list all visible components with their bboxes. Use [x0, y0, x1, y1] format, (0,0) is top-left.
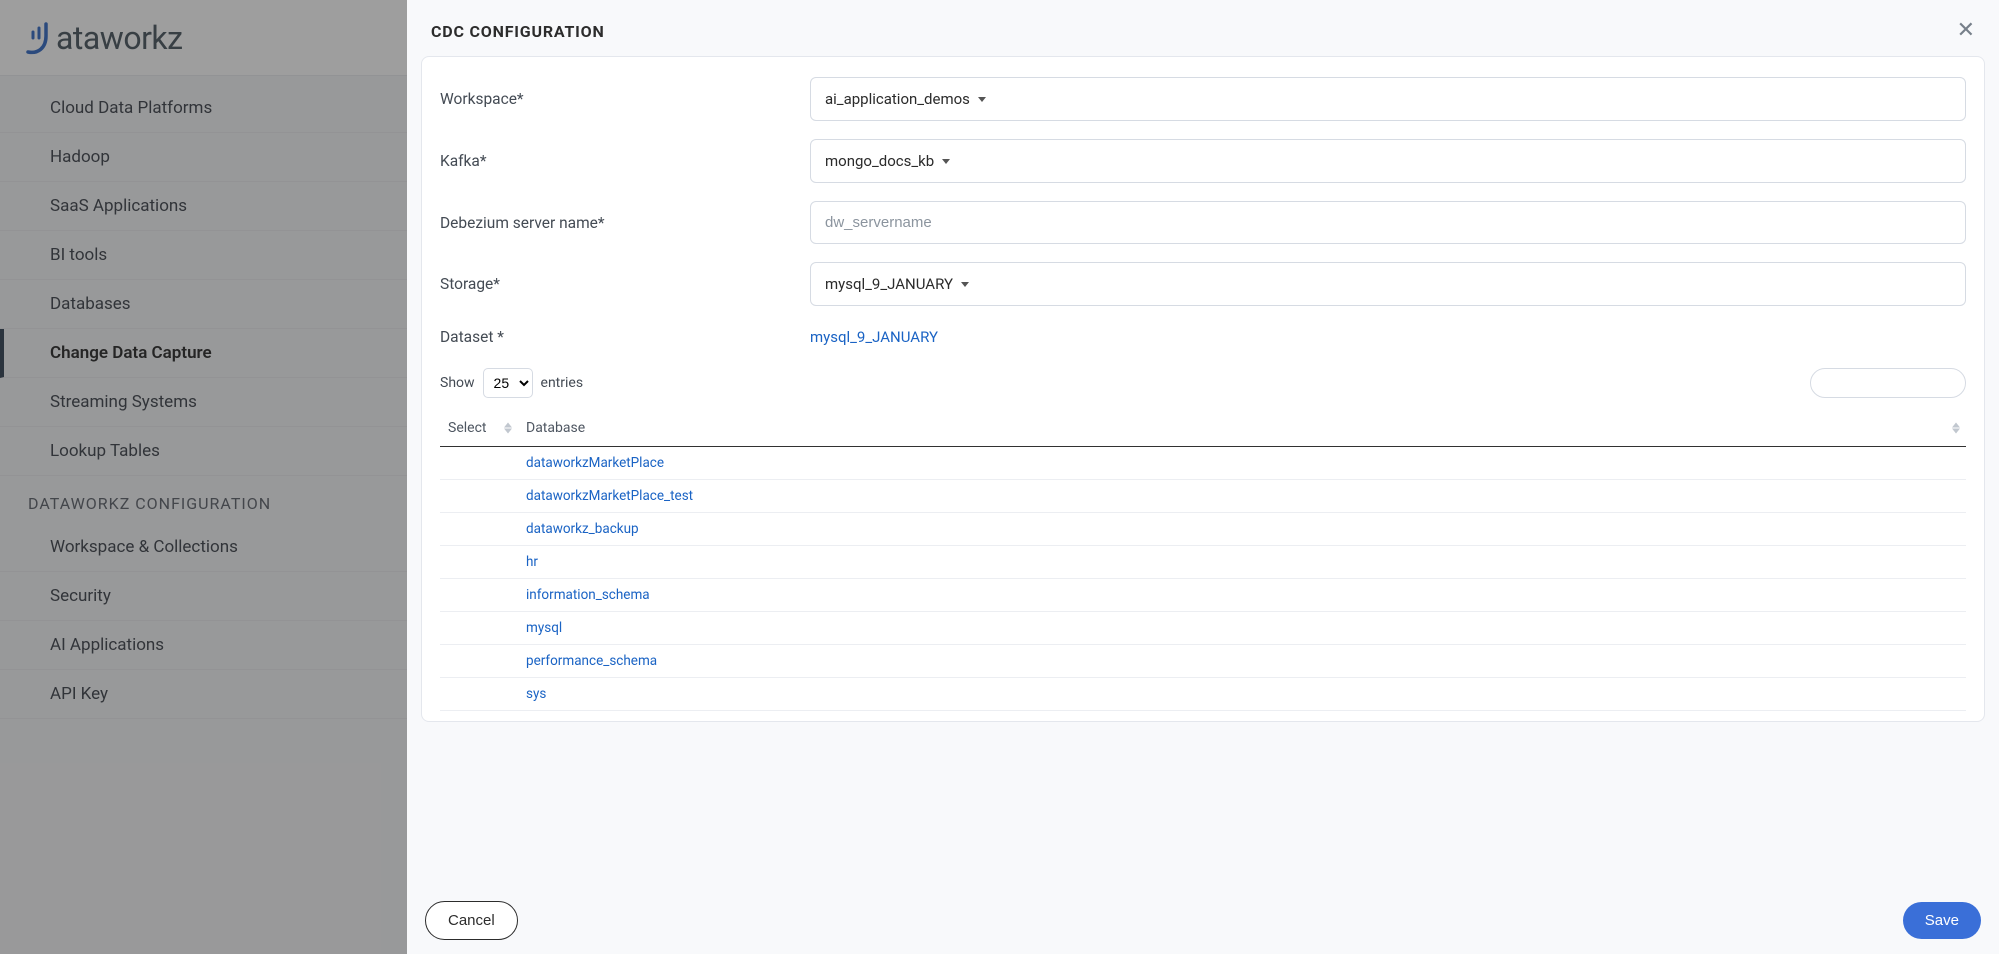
- storage-select[interactable]: mysql_9_JANUARY: [810, 262, 1966, 306]
- debezium-label: Debezium server name*: [440, 214, 810, 232]
- cancel-button[interactable]: Cancel: [425, 901, 518, 940]
- storage-label: Storage*: [440, 275, 810, 293]
- database-name-link[interactable]: dataworkzMarketPlace_test: [518, 480, 1966, 513]
- row-select-cell[interactable]: [440, 447, 518, 480]
- debezium-servername-input[interactable]: [810, 201, 1966, 244]
- table-row: sys: [440, 678, 1966, 711]
- chevron-down-icon: [942, 159, 950, 164]
- row-select-cell[interactable]: [440, 645, 518, 678]
- workspace-select[interactable]: ai_application_demos: [810, 77, 1966, 121]
- entries-select[interactable]: 25: [483, 368, 533, 398]
- dataset-label: Dataset *: [440, 328, 810, 346]
- kafka-value: mongo_docs_kb: [825, 152, 934, 170]
- kafka-select[interactable]: mongo_docs_kb: [810, 139, 1966, 183]
- workspace-value: ai_application_demos: [825, 90, 970, 108]
- sort-icon: [504, 423, 512, 434]
- sort-icon: [1952, 423, 1960, 434]
- table-row: dataworkz_backup: [440, 513, 1966, 546]
- modal-overlay: CDC CONFIGURATION ✕ Workspace* ai_applic…: [0, 0, 1999, 954]
- table-search-input[interactable]: [1810, 368, 1966, 398]
- save-button[interactable]: Save: [1903, 902, 1981, 939]
- chevron-down-icon: [978, 97, 986, 102]
- table-row: information_schema: [440, 579, 1966, 612]
- show-label: Show: [440, 375, 475, 391]
- row-select-cell[interactable]: [440, 513, 518, 546]
- col-select-header[interactable]: Select: [440, 410, 518, 447]
- database-name-link[interactable]: hr: [518, 546, 1966, 579]
- table-row: dataworkzMarketPlace_test: [440, 480, 1966, 513]
- kafka-label: Kafka*: [440, 152, 810, 170]
- chevron-down-icon: [961, 282, 969, 287]
- modal-title: CDC CONFIGURATION: [431, 22, 605, 41]
- col-database-header[interactable]: Database: [518, 410, 1966, 447]
- database-name-link[interactable]: dataworkz_backup: [518, 513, 1966, 546]
- table-row: performance_schema: [440, 645, 1966, 678]
- dataset-link[interactable]: mysql_9_JANUARY: [810, 324, 938, 350]
- database-name-link[interactable]: mysql: [518, 612, 1966, 645]
- database-name-link[interactable]: dataworkzMarketPlace: [518, 447, 1966, 480]
- table-row: hr: [440, 546, 1966, 579]
- database-name-link[interactable]: information_schema: [518, 579, 1966, 612]
- table-row: dataworkzMarketPlace: [440, 447, 1966, 480]
- database-name-link[interactable]: performance_schema: [518, 645, 1966, 678]
- row-select-cell[interactable]: [440, 480, 518, 513]
- row-select-cell[interactable]: [440, 678, 518, 711]
- row-select-cell[interactable]: [440, 612, 518, 645]
- row-select-cell[interactable]: [440, 546, 518, 579]
- table-row: mysql: [440, 612, 1966, 645]
- workspace-label: Workspace*: [440, 90, 810, 108]
- entries-label: entries: [541, 375, 584, 391]
- storage-value: mysql_9_JANUARY: [825, 275, 953, 293]
- database-name-link[interactable]: sys: [518, 678, 1966, 711]
- close-icon[interactable]: ✕: [1957, 20, 1975, 42]
- cdc-config-modal: CDC CONFIGURATION ✕ Workspace* ai_applic…: [407, 0, 1999, 954]
- row-select-cell[interactable]: [440, 579, 518, 612]
- database-table: Select Database: [440, 410, 1966, 711]
- modal-card: Workspace* ai_application_demos Kafka* m…: [421, 56, 1985, 722]
